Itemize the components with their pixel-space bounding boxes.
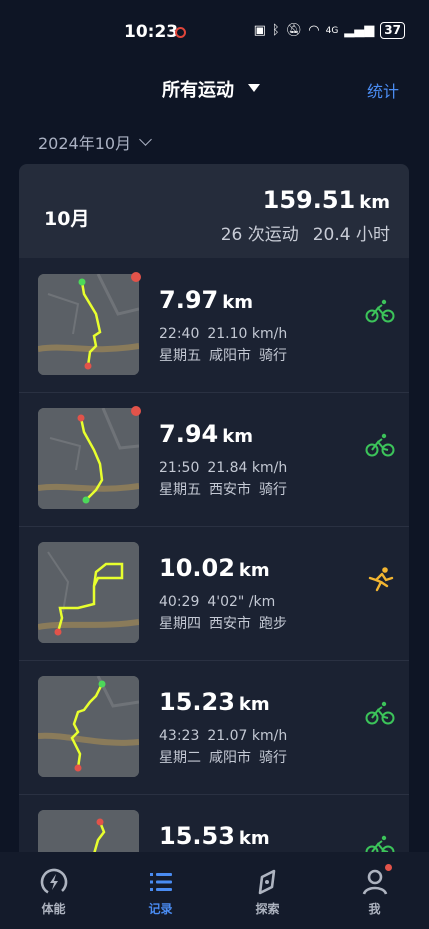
- activity-meta: 43:23 21.07 km/h 星期二 咸阳市 骑行: [159, 725, 287, 769]
- activity-distance: 10.02 km: [159, 554, 270, 582]
- activity-card[interactable]: 7.94 km 21:50 21.84 km/h 星期五 西安市 骑行: [19, 392, 409, 527]
- route-map-thumbnail: [38, 274, 139, 375]
- activity-city: 西安市: [209, 616, 251, 632]
- activity-type: 骑行: [259, 482, 287, 498]
- fitness-icon: [40, 868, 68, 896]
- caret-down-icon[interactable]: [248, 84, 260, 92]
- activity-distance: 7.97 km: [159, 286, 253, 314]
- activity-city: 西安市: [209, 482, 251, 498]
- activity-day: 星期二: [159, 750, 201, 766]
- wifi-icon: ◠: [308, 23, 320, 38]
- notification-badge: [385, 864, 392, 871]
- activity-duration: 40:29: [159, 594, 200, 610]
- activity-pace: 4'02" /km: [207, 594, 276, 610]
- route-map-thumbnail: [38, 542, 139, 643]
- mute-icon: 🔕︎: [285, 23, 303, 38]
- tab-profile[interactable]: 我: [321, 852, 428, 929]
- tab-explore[interactable]: 探索: [214, 852, 321, 929]
- notification-icon: [175, 27, 186, 38]
- tab-records[interactable]: 记录: [107, 852, 214, 929]
- tab-fitness[interactable]: 体能: [0, 852, 107, 929]
- bottom-tab-bar: 体能 记录 探索 我: [0, 852, 429, 929]
- activity-distance: 15.53 km: [159, 822, 270, 850]
- activity-type: 骑行: [259, 348, 287, 364]
- activity-day: 星期五: [159, 348, 201, 364]
- activity-distance: 7.94 km: [159, 420, 253, 448]
- activity-card[interactable]: 15.53 km: [19, 794, 409, 858]
- activity-duration: 22:40: [159, 326, 200, 342]
- route-map-thumbnail: [38, 676, 139, 777]
- summary-distance: 159.51 km: [263, 186, 390, 214]
- distance-unit: km: [222, 292, 253, 313]
- activity-type: 骑行: [259, 750, 287, 766]
- cycling-icon: [365, 433, 395, 457]
- bluetooth-icon: ᛒ: [271, 23, 280, 38]
- activity-meta: 22:40 21.10 km/h 星期五 咸阳市 骑行: [159, 323, 287, 367]
- network-label: 4G: [325, 25, 339, 36]
- records-icon: [150, 873, 172, 891]
- activity-pace: 21.07 km/h: [207, 728, 288, 744]
- stats-button[interactable]: 统计: [367, 78, 399, 102]
- activity-city: 咸阳市: [209, 750, 251, 766]
- summary-distance-unit: km: [359, 192, 390, 213]
- header: 所有运动 统计: [0, 70, 429, 104]
- distance-value: 10.02: [159, 554, 235, 582]
- distance-unit: km: [238, 694, 270, 715]
- status-time: 10:23: [124, 22, 179, 42]
- month-summary: 10月 159.51 km 26 次运动 20.4 小时: [19, 164, 409, 258]
- activity-pace: 21.10 km/h: [207, 326, 288, 342]
- explore-icon: [258, 869, 276, 895]
- battery-icon: 37: [380, 22, 405, 39]
- distance-value: 15.53: [159, 822, 235, 850]
- summary-hours: 20.4 小时: [312, 225, 390, 245]
- distance-value: 15.23: [159, 688, 235, 716]
- month-label: 2024年10月: [38, 134, 132, 153]
- activity-card[interactable]: 7.97 km 22:40 21.10 km/h 星期五 咸阳市 骑行: [19, 258, 409, 393]
- activity-pace: 21.84 km/h: [207, 460, 288, 476]
- activity-distance: 15.23 km: [159, 688, 270, 716]
- status-icons: ▣ ᛒ 🔕︎ ◠ 4G ▂▄▆ 37: [254, 22, 405, 39]
- route-map-thumbnail: [38, 408, 139, 509]
- distance-value: 7.94: [159, 420, 219, 448]
- tab-label: 探索: [255, 902, 280, 916]
- cycling-icon: [365, 299, 395, 323]
- activity-type: 跑步: [259, 616, 287, 632]
- activity-card[interactable]: 10.02 km 40:29 4'02" /km 星期四 西安市 跑步: [19, 526, 409, 661]
- activity-list[interactable]: 7.97 km 22:40 21.10 km/h 星期五 咸阳市 骑行 7.94…: [19, 258, 409, 858]
- status-bar: 10:23 ▣ ᛒ 🔕︎ ◠ 4G ▂▄▆ 37: [0, 0, 429, 64]
- route-map-thumbnail: [38, 810, 139, 858]
- activity-day: 星期五: [159, 482, 201, 498]
- distance-unit: km: [238, 560, 270, 581]
- activity-card[interactable]: 15.23 km 43:23 21.07 km/h 星期二 咸阳市 骑行: [19, 660, 409, 795]
- activity-day: 星期四: [159, 616, 201, 632]
- new-badge: [131, 406, 141, 416]
- summary-distance-value: 159.51: [262, 186, 356, 214]
- summary-month: 10月: [44, 208, 90, 230]
- tab-label: 记录: [148, 902, 173, 916]
- sport-filter-title[interactable]: 所有运动: [162, 76, 234, 102]
- distance-value: 7.97: [159, 286, 219, 314]
- signal-icon: ▂▄▆: [344, 23, 375, 38]
- distance-unit: km: [222, 426, 253, 447]
- tab-label: 体能: [41, 902, 66, 916]
- cycling-icon: [365, 701, 395, 725]
- activity-duration: 21:50: [159, 460, 200, 476]
- activity-meta: 21:50 21.84 km/h 星期五 西安市 骑行: [159, 457, 287, 501]
- summary-stats: 26 次运动 20.4 小时: [207, 220, 390, 245]
- month-selector[interactable]: 2024年10月: [38, 130, 152, 154]
- activity-city: 咸阳市: [209, 348, 251, 364]
- activity-duration: 43:23: [159, 728, 200, 744]
- chevron-down-icon: [139, 133, 152, 146]
- nfc-icon: ▣: [253, 23, 266, 38]
- distance-unit: km: [238, 828, 270, 849]
- profile-icon: [362, 869, 388, 895]
- tab-label: 我: [368, 902, 381, 916]
- summary-count: 26 次运动: [220, 225, 299, 245]
- activity-meta: 40:29 4'02" /km 星期四 西安市 跑步: [159, 591, 287, 635]
- new-badge: [131, 272, 141, 282]
- running-icon: [368, 567, 394, 592]
